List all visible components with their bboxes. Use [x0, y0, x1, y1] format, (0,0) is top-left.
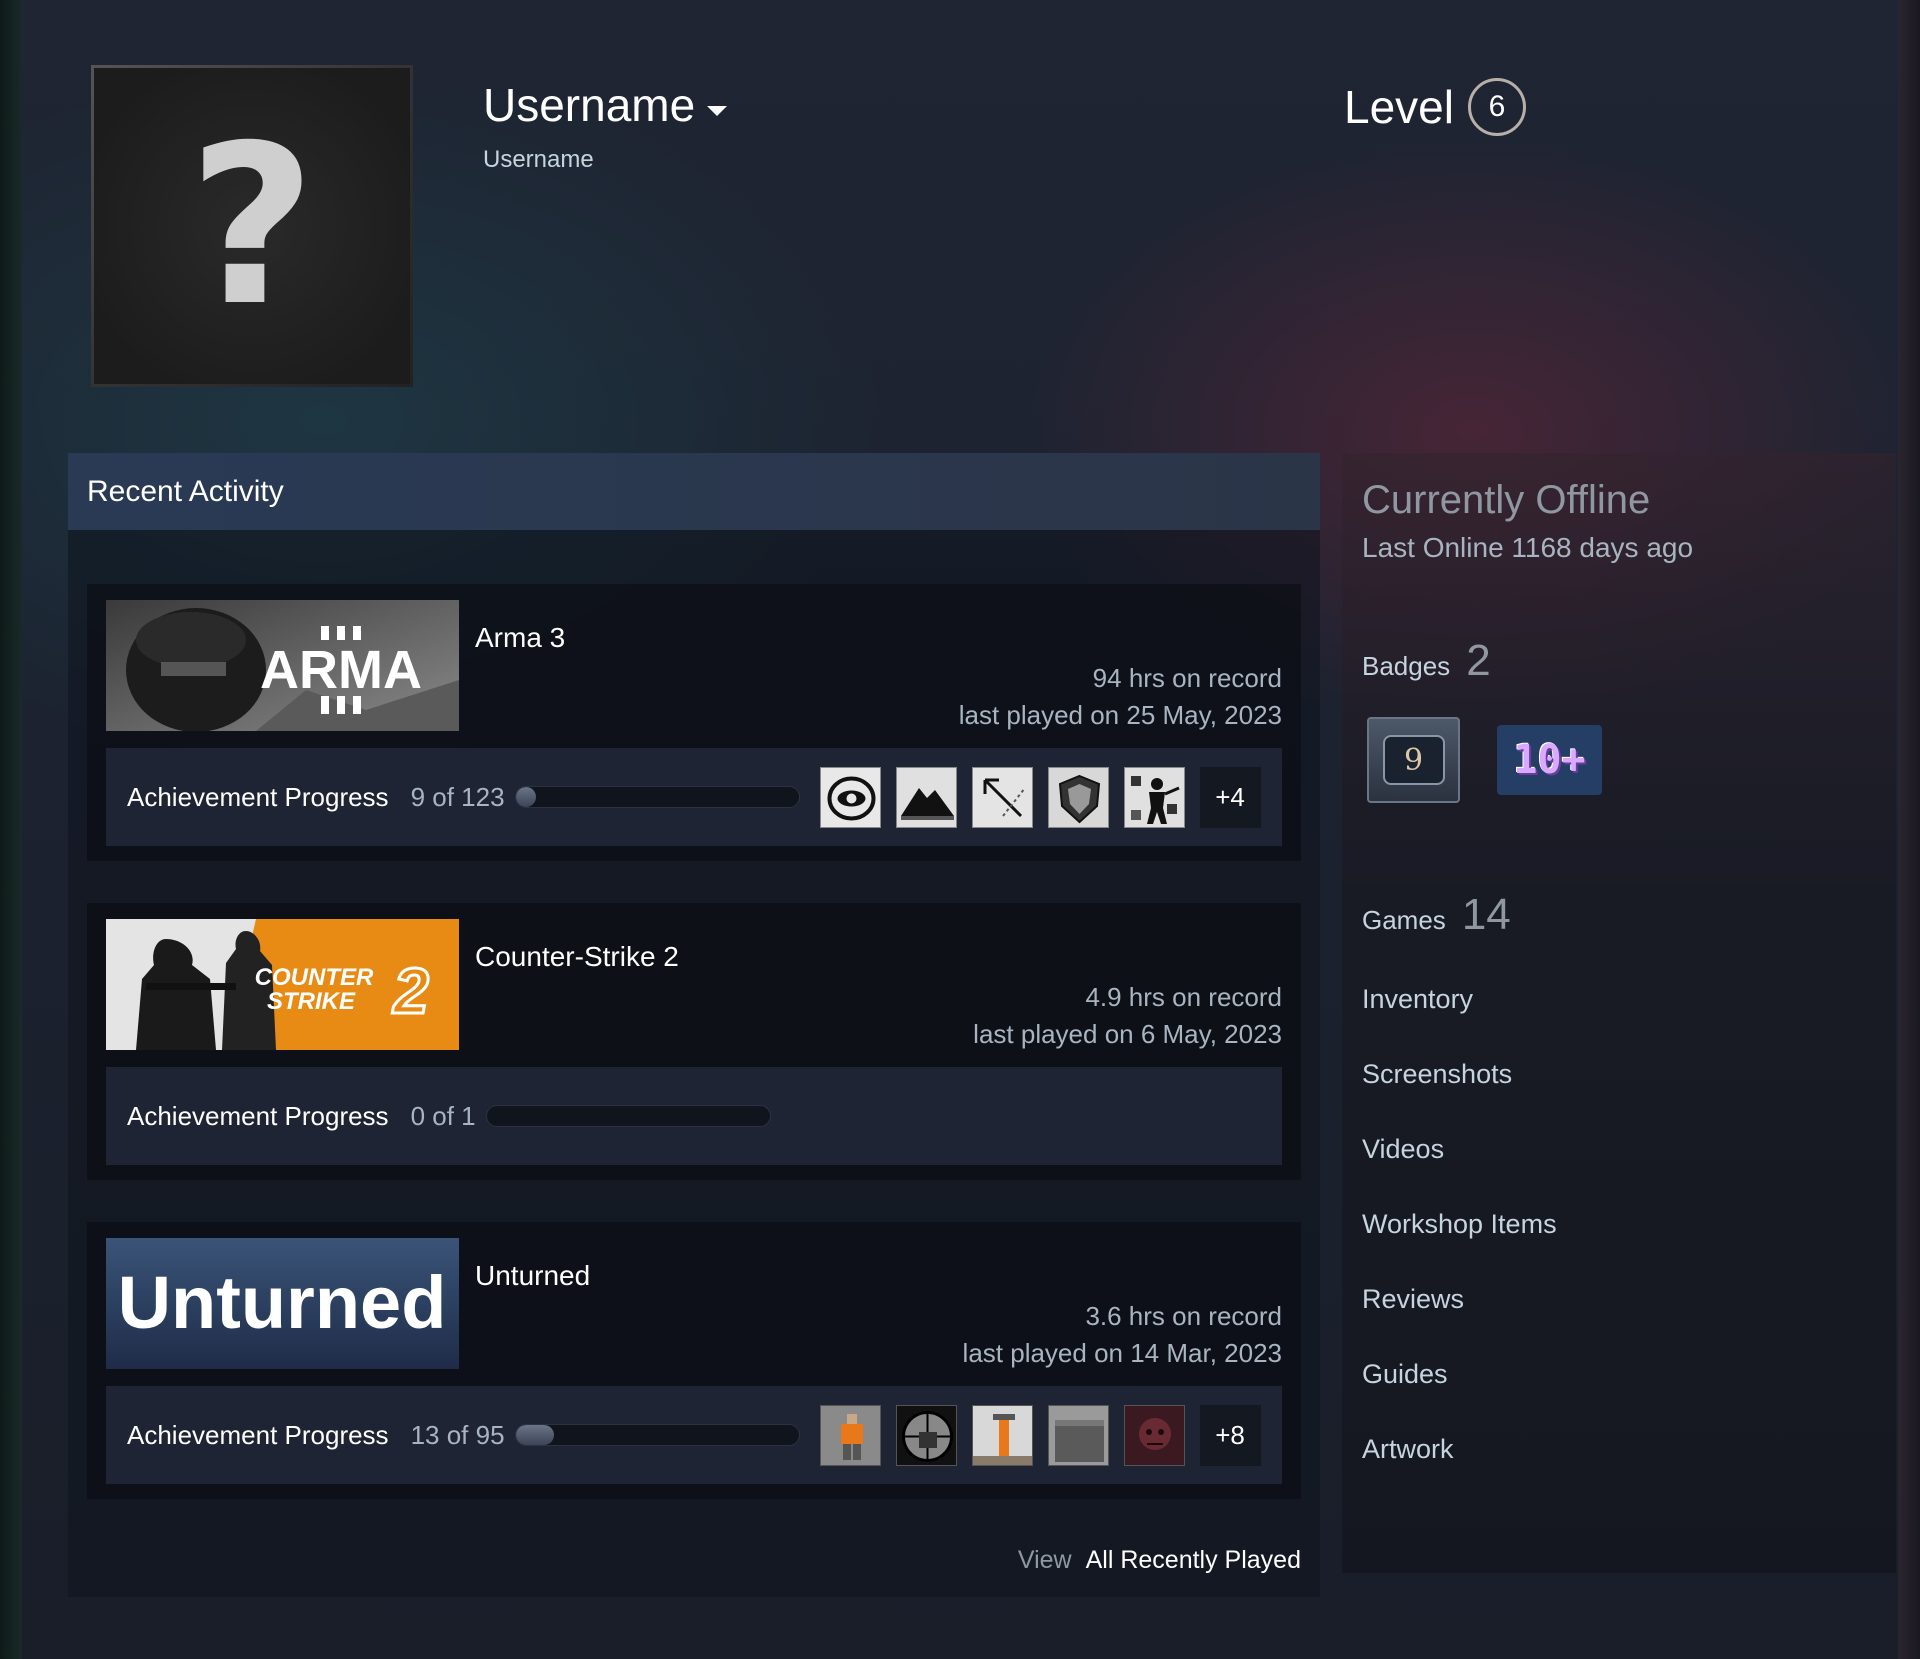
cs2-capsule-art: COUNTER STRIKE 2 [106, 919, 459, 1050]
achievement-progress-fill [515, 1425, 555, 1445]
profile-sidebar: Currently Offline Last Online 1168 days … [1342, 453, 1896, 1573]
last-online: Last Online 1168 days ago [1362, 532, 1694, 563]
tower-achievement-icon[interactable] [971, 1404, 1033, 1466]
unturned-capsule-text: Unturned [118, 1261, 447, 1344]
badges-count: 2 [1466, 636, 1491, 685]
more-achievements[interactable]: +4 [1199, 766, 1261, 828]
level-label: Level [1344, 81, 1454, 133]
game-name[interactable]: Arma 3 [475, 622, 565, 654]
badge-9-icon[interactable]: 9 [1367, 717, 1460, 803]
videos-link[interactable]: Videos [1362, 1134, 1444, 1165]
right-edge [1898, 0, 1920, 1659]
games-link[interactable]: Games 14 [1362, 890, 1511, 940]
level-badge: 6 [1467, 78, 1526, 136]
achievement-progress-bar[interactable]: Achievement Progress 13 of 95 +8 [106, 1386, 1282, 1484]
game-card-cs2: COUNTER STRIKE 2 Counter-Strike 2 4.9 hr… [87, 903, 1301, 1180]
online-status: Currently Offline [1362, 478, 1651, 522]
inventory-link[interactable]: Inventory [1362, 984, 1473, 1015]
question-mark-icon: ? [94, 68, 410, 384]
arrow-achievement-icon[interactable] [971, 766, 1033, 828]
hours-on-record: 3.6 hrs on record [1085, 1301, 1282, 1331]
last-played: last played on 6 May, 2023 [973, 1019, 1282, 1049]
profile-level[interactable]: Level 6 [1344, 78, 1526, 136]
shield-achievement-icon[interactable] [1047, 766, 1109, 828]
achievement-progress-bar[interactable]: Achievement Progress 9 of 123 +4 [106, 748, 1282, 846]
caret-down-icon [707, 106, 728, 116]
artwork-link[interactable]: Artwork [1362, 1434, 1454, 1465]
persona-name-dropdown[interactable]: Username [483, 78, 728, 132]
game-stats: 3.6 hrs on record last played on 14 Mar,… [963, 1298, 1282, 1372]
wall-achievement-icon[interactable] [1047, 1404, 1109, 1466]
last-played: last played on 14 Mar, 2023 [962, 1338, 1282, 1368]
game-name[interactable]: Unturned [475, 1260, 590, 1292]
view-all-recently-played[interactable]: View All Recently Played [1018, 1546, 1301, 1575]
games-label: Games [1362, 905, 1446, 935]
eye-achievement-icon[interactable] [819, 766, 881, 828]
view-label: View [1017, 1546, 1072, 1574]
game-stats: 4.9 hrs on record last played on 6 May, … [973, 979, 1282, 1053]
cs2-capsule-text-3: 2 [392, 955, 429, 1027]
cs2-capsule-image[interactable]: COUNTER STRIKE 2 [106, 919, 459, 1050]
games-count: 14 [1461, 890, 1511, 939]
screenshots-link[interactable]: Screenshots [1362, 1059, 1512, 1090]
left-edge [0, 0, 22, 1659]
achievement-label: Achievement Progress [127, 781, 389, 812]
orange-figure-achievement-icon[interactable] [819, 1404, 881, 1466]
achievement-label: Achievement Progress [127, 1100, 389, 1131]
game-stats: 94 hrs on record last played on 25 May, … [959, 660, 1282, 734]
zombie-achievement-icon[interactable] [1123, 1404, 1185, 1466]
badge-10plus-icon[interactable]: 10+ [1497, 725, 1602, 795]
unturned-capsule-image[interactable]: Unturned [106, 1238, 459, 1369]
achievement-count: 9 of 123 [410, 781, 505, 812]
cs2-capsule-text-2: STRIKE [267, 988, 356, 1015]
badge-9-value: 9 [1382, 735, 1445, 785]
achievement-progress [514, 786, 800, 808]
mountain-achievement-icon[interactable] [895, 766, 957, 828]
profile-page: ? Username Username Level 6 Recent Activ… [22, 0, 1898, 1659]
last-played: last played on 25 May, 2023 [958, 700, 1282, 730]
all-recently-played-link[interactable]: All Recently Played [1086, 1546, 1301, 1574]
achievement-icons: +8 [819, 1404, 1261, 1466]
soldier-achievement-icon[interactable] [1123, 766, 1185, 828]
achievement-progress [514, 1424, 800, 1446]
avatar[interactable]: ? [91, 65, 413, 387]
achievement-count: 13 of 95 [410, 1419, 505, 1450]
cs2-capsule-text-1: COUNTER [255, 964, 374, 991]
game-name[interactable]: Counter-Strike 2 [475, 941, 679, 973]
badges-link[interactable]: Badges 2 [1362, 636, 1491, 686]
recent-activity-header: Recent Activity [68, 453, 1320, 530]
achievement-progress-bar[interactable]: Achievement Progress 0 of 1 [106, 1067, 1282, 1165]
achievement-progress-fill [515, 787, 537, 807]
persona-name: Username [483, 79, 696, 131]
workshop-items-link[interactable]: Workshop Items [1362, 1209, 1557, 1240]
hours-on-record: 4.9 hrs on record [1085, 982, 1282, 1012]
real-name: Username [483, 146, 594, 173]
achievement-label: Achievement Progress [127, 1419, 389, 1450]
recent-activity-panel: Recent Activity ARMA Arma 3 94 hrs on re… [68, 453, 1320, 1597]
game-card-unturned: Unturned Unturned 3.6 hrs on record last… [87, 1222, 1301, 1499]
guides-link[interactable]: Guides [1362, 1359, 1448, 1390]
more-achievements[interactable]: +8 [1199, 1404, 1261, 1466]
achievement-progress [485, 1105, 771, 1127]
recent-activity-title: Recent Activity [87, 474, 284, 508]
arma3-capsule-text: ARMA [260, 640, 422, 700]
crosshair-achievement-icon[interactable] [895, 1404, 957, 1466]
reviews-link[interactable]: Reviews [1362, 1284, 1464, 1315]
hours-on-record: 94 hrs on record [1092, 663, 1282, 693]
badges-label: Badges [1362, 651, 1451, 681]
arma3-capsule-art: ARMA [106, 600, 459, 731]
game-card-arma3: ARMA Arma 3 94 hrs on record last played… [87, 584, 1301, 861]
achievement-count: 0 of 1 [410, 1100, 476, 1131]
achievement-icons: +4 [819, 766, 1261, 828]
unturned-capsule-art: Unturned [106, 1238, 459, 1369]
arma3-capsule-image[interactable]: ARMA [106, 600, 459, 731]
